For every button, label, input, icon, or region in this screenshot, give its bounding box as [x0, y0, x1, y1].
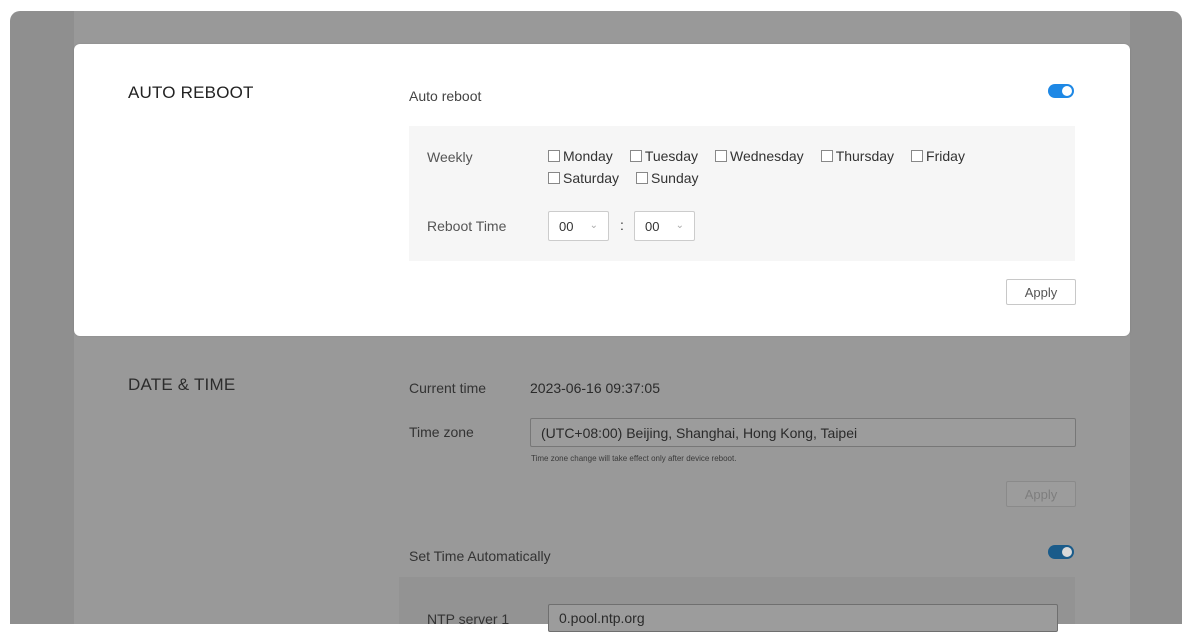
checkbox-icon[interactable] [636, 172, 649, 184]
chevron-down-icon: ⌄ [589, 220, 598, 231]
time-zone-label: Time zone [409, 424, 474, 440]
date-time-section-title: DATE & TIME [128, 375, 236, 394]
hour-value: 00 [559, 218, 574, 234]
day-label: Tuesday [644, 148, 698, 164]
time-zone-hint: Time zone change will take effect only a… [531, 454, 737, 463]
day-label: Monday [563, 148, 613, 164]
toggle-knob [1062, 547, 1072, 557]
time-separator: : [620, 217, 624, 233]
day-label: Saturday [563, 170, 620, 186]
day-checkbox-sunday[interactable]: Sunday [636, 170, 699, 186]
set-time-auto-label: Set Time Automatically [409, 548, 551, 564]
ntp1-label: NTP server 1 [427, 611, 510, 627]
auto-reboot-section-title: AUTO REBOOT [128, 83, 254, 102]
day-checkbox-wednesday[interactable]: Wednesday [715, 148, 804, 164]
day-checkbox-tuesday[interactable]: Tuesday [629, 148, 698, 164]
set-time-auto-toggle[interactable] [1048, 545, 1074, 559]
checkbox-icon[interactable] [820, 150, 833, 162]
minute-value: 00 [645, 218, 660, 234]
chevron-down-icon: ⌄ [675, 220, 684, 231]
current-time-label: Current time [409, 380, 487, 396]
day-label: Thursday [835, 148, 895, 164]
reboot-minute-select[interactable]: 00 ⌄ [634, 211, 695, 241]
auto-reboot-toggle[interactable] [1048, 84, 1074, 98]
day-label: Wednesday [730, 148, 804, 164]
auto-reboot-label: Auto reboot [409, 88, 482, 104]
auto-reboot-options-panel: Weekly Monday Tuesday Wednesday Thursday… [409, 126, 1075, 261]
checkbox-icon[interactable] [911, 150, 924, 162]
time-zone-value: (UTC+08:00) Beijing, Shanghai, Hong Kong… [541, 424, 858, 441]
date-time-apply-button[interactable]: Apply [1006, 481, 1076, 507]
checkbox-icon[interactable] [715, 150, 727, 162]
time-zone-select[interactable]: (UTC+08:00) Beijing, Shanghai, Hong Kong… [530, 418, 1076, 447]
checkbox-icon[interactable] [629, 150, 642, 162]
reboot-time-label: Reboot Time [427, 218, 507, 234]
weekday-checkboxes: Monday Tuesday Wednesday Thursday Friday… [548, 148, 1048, 186]
day-checkbox-thursday[interactable]: Thursday [820, 148, 895, 164]
day-checkbox-monday[interactable]: Monday [548, 148, 613, 164]
day-label: Sunday [651, 170, 699, 186]
day-checkbox-friday[interactable]: Friday [911, 148, 965, 164]
toggle-knob [1062, 86, 1072, 96]
checkbox-icon[interactable] [548, 150, 560, 162]
day-checkbox-saturday[interactable]: Saturday [548, 170, 619, 186]
auto-reboot-apply-button[interactable]: Apply [1006, 279, 1076, 305]
reboot-hour-select[interactable]: 00 ⌄ [548, 211, 609, 241]
weekly-label: Weekly [427, 149, 473, 165]
current-time-value: 2023-06-16 09:37:05 [530, 380, 660, 396]
auto-reboot-card: AUTO REBOOT Auto reboot Weekly Monday Tu… [74, 44, 1130, 336]
checkbox-icon[interactable] [548, 172, 560, 184]
day-label: Friday [926, 148, 965, 164]
ntp1-input[interactable]: 0.pool.ntp.org [548, 604, 1058, 632]
